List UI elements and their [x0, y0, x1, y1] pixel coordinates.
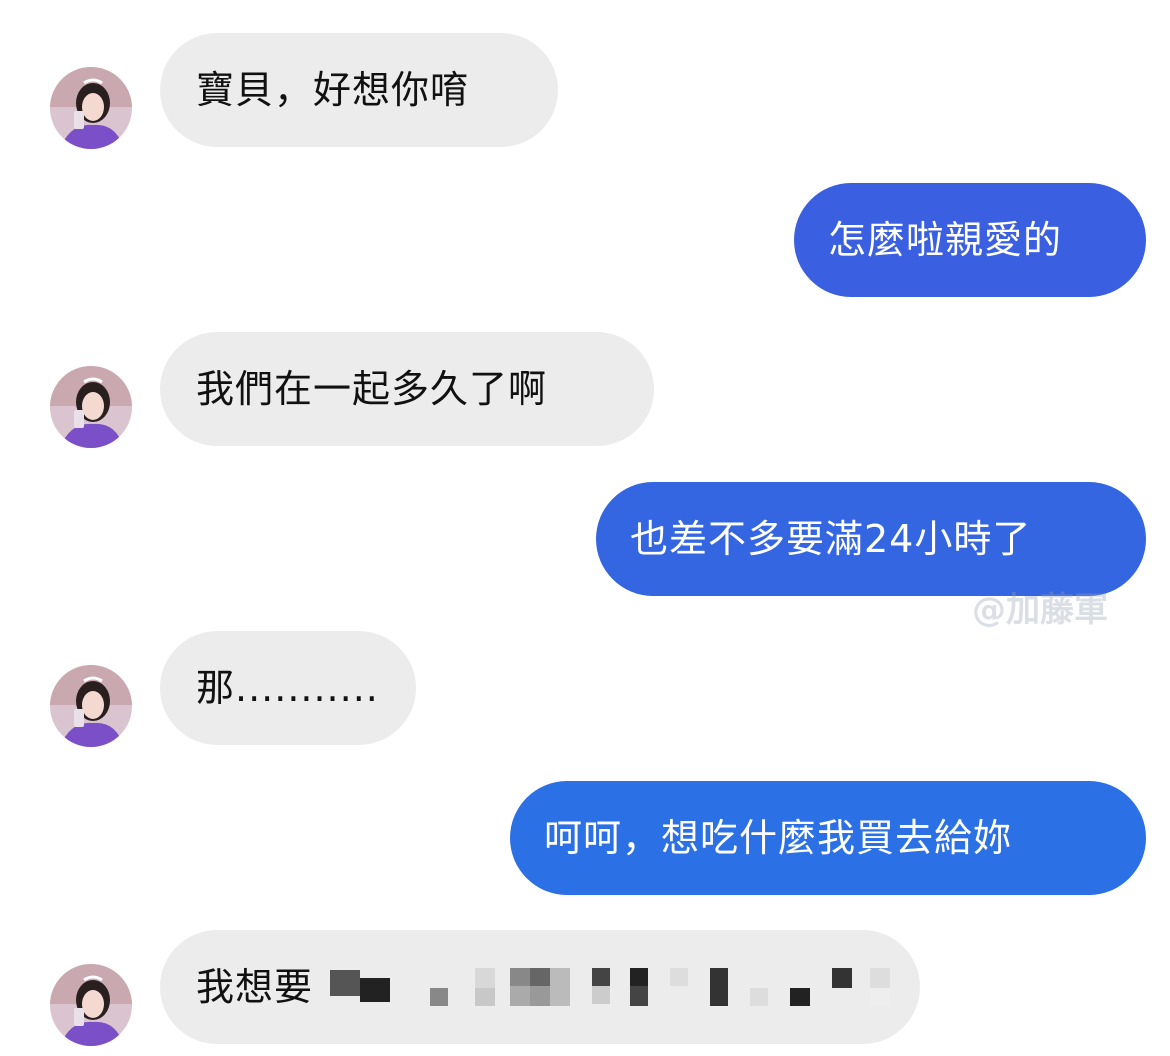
- message-bubble-outgoing[interactable]: 也差不多要滿24小時了: [596, 482, 1146, 596]
- message-text: 我想要: [196, 965, 314, 1009]
- avatar-photo-icon: [50, 67, 132, 149]
- avatar-photo-icon: [50, 964, 132, 1046]
- message-bubble-incoming[interactable]: 寶貝，好想你唷: [160, 33, 558, 147]
- contact-avatar[interactable]: [50, 964, 132, 1046]
- message-text: 也差不多要滿24小時了: [630, 517, 1032, 561]
- watermark-text: @加藤軍: [972, 590, 1108, 630]
- chat-thread: 寶貝，好想你唷 怎麼啦親愛的 我們在一起多久了啊 也差不多要滿24小時了 @加藤…: [0, 0, 1170, 1056]
- message-bubble-outgoing[interactable]: 怎麼啦親愛的: [794, 183, 1146, 297]
- censored-text-mosaic: [330, 930, 930, 1044]
- message-bubble-incoming[interactable]: 我們在一起多久了啊: [160, 332, 654, 446]
- message-bubble-outgoing[interactable]: 呵呵，想吃什麼我買去給妳: [510, 781, 1146, 895]
- contact-avatar[interactable]: [50, 665, 132, 747]
- message-bubble-incoming[interactable]: 那...........: [160, 631, 416, 745]
- message-text: 呵呵，想吃什麼我買去給妳: [544, 816, 1013, 860]
- message-text: 那...........: [196, 666, 379, 710]
- message-text: 我們在一起多久了啊: [196, 367, 548, 411]
- contact-avatar[interactable]: [50, 67, 132, 149]
- avatar-photo-icon: [50, 366, 132, 448]
- contact-avatar[interactable]: [50, 366, 132, 448]
- message-text: 寶貝，好想你唷: [196, 68, 470, 112]
- message-text: 怎麼啦親愛的: [828, 218, 1063, 262]
- avatar-photo-icon: [50, 665, 132, 747]
